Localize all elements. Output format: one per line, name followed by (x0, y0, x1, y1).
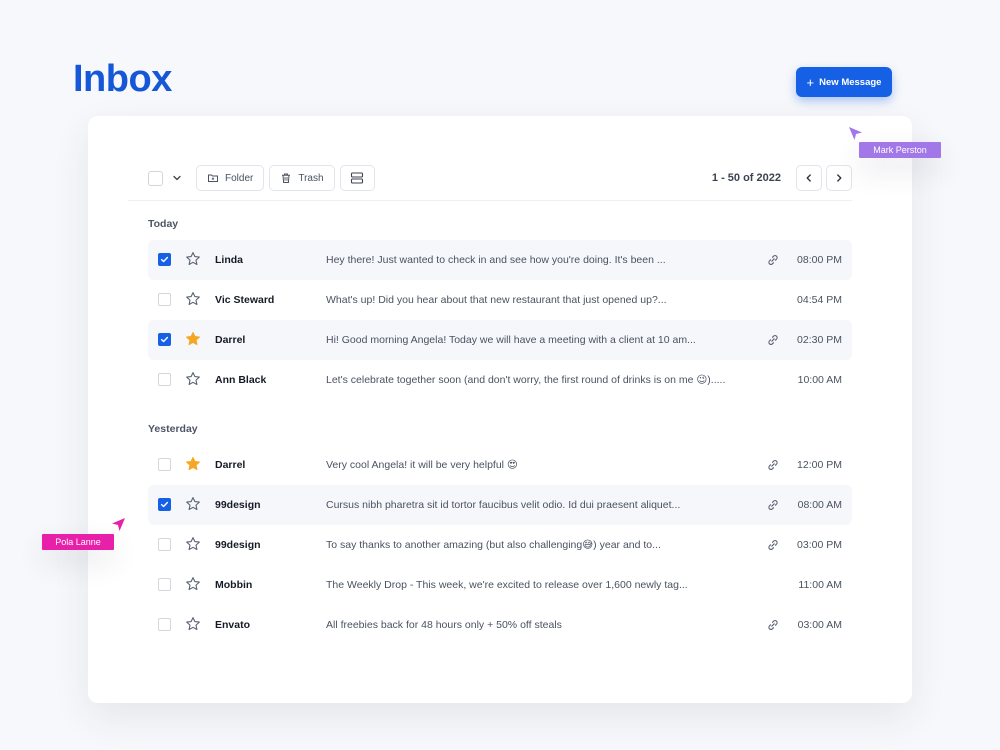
message-preview: To say thanks to another amazing (but al… (326, 539, 661, 551)
message-checkbox[interactable] (158, 578, 171, 591)
next-page-button[interactable] (826, 165, 852, 191)
layout-rows-icon (351, 172, 364, 184)
message-time: 04:54 PM (797, 294, 842, 306)
star-filled-icon[interactable] (185, 331, 201, 347)
message-time: 02:30 PM (797, 334, 842, 346)
message-time: 08:00 PM (797, 254, 842, 266)
star-icon[interactable] (185, 536, 201, 552)
message-row[interactable]: 99design Cursus nibh pharetra sit id tort… (148, 485, 852, 525)
chevron-left-icon (806, 174, 811, 182)
message-preview: Let's celebrate together soon (and don't… (326, 374, 726, 386)
message-row[interactable]: Vic Steward What's up! Did you hear about… (148, 280, 852, 320)
message-preview: What's up! Did you hear about that new r… (326, 294, 667, 306)
select-options-chevron-down-icon[interactable] (168, 169, 186, 187)
message-sender: Mobbin (215, 579, 253, 591)
link-icon (768, 620, 778, 630)
page-title: Inbox (73, 58, 172, 100)
message-preview: Cursus nibh pharetra sit id tortor fauci… (326, 499, 681, 511)
link-icon (768, 460, 778, 470)
chevron-right-icon (837, 174, 842, 182)
message-row[interactable]: Ann Black Let's celebrate together soon (… (148, 360, 852, 400)
message-sender: Envato (215, 619, 251, 631)
message-time: 03:00 PM (797, 539, 842, 551)
select-all-checkbox[interactable] (148, 170, 163, 186)
message-sender: Darrel (215, 459, 246, 471)
layout-toggle-button[interactable] (339, 165, 375, 191)
star-icon[interactable] (185, 371, 201, 387)
star-icon[interactable] (185, 291, 201, 307)
message-time: 03:00 AM (797, 619, 842, 631)
link-icon (768, 500, 778, 510)
message-checkbox[interactable] (158, 253, 171, 266)
star-icon[interactable] (185, 496, 201, 512)
message-row[interactable]: Darrel Hi! Good morning Angela! Today we … (148, 320, 852, 360)
message-preview: Hi! Good morning Angela! Today we will h… (326, 334, 696, 346)
star-filled-icon[interactable] (185, 456, 201, 472)
message-checkbox[interactable] (158, 458, 171, 471)
new-message-button[interactable]: + New Message (796, 67, 892, 97)
new-message-label: New Message (819, 76, 882, 88)
star-icon[interactable] (185, 576, 201, 592)
message-time: 12:00 PM (797, 459, 842, 471)
trash-icon (282, 173, 291, 183)
cursor-arrow-icon (112, 518, 125, 531)
message-checkbox[interactable] (158, 333, 171, 346)
collaborator-tag: Mark Perston (859, 142, 941, 158)
message-sender: Linda (215, 254, 243, 266)
message-checkbox[interactable] (158, 618, 171, 631)
collaborator-tag: Pola Lanne (42, 534, 114, 550)
message-row[interactable]: 99design To say thanks to another amazing… (148, 525, 852, 565)
plus-icon: + (806, 74, 815, 90)
message-checkbox[interactable] (158, 498, 171, 511)
inbox-card: Folder Trash 1 - 50 of 2022 Today Linda He… (88, 116, 912, 703)
link-icon (768, 255, 778, 265)
section-label: Yesterday (148, 423, 198, 435)
link-icon (768, 335, 778, 345)
message-preview: Hey there! Just wanted to check in and s… (326, 254, 666, 266)
message-time: 11:00 AM (798, 579, 842, 591)
message-sender: Darrel (215, 334, 246, 346)
message-checkbox[interactable] (158, 538, 171, 551)
message-time: 08:00 AM (797, 499, 842, 511)
message-sender: Vic Steward (215, 294, 275, 306)
message-row[interactable]: Envato All freebies back for 48 hours onl… (148, 605, 852, 645)
message-sender: 99design (215, 499, 261, 511)
cursor-arrow-icon (849, 127, 862, 140)
message-row[interactable]: Linda Hey there! Just wanted to check in … (148, 240, 852, 280)
toolbar: Folder Trash 1 - 50 of 2022 (148, 164, 852, 192)
folder-label: Folder (225, 172, 254, 184)
section-label: Today (148, 218, 179, 230)
folder-button[interactable]: Folder (196, 165, 265, 191)
message-sender: Ann Black (215, 374, 267, 386)
link-icon (768, 540, 778, 550)
trash-button[interactable]: Trash (269, 165, 335, 191)
star-icon[interactable] (185, 251, 201, 267)
previous-page-button[interactable] (796, 165, 822, 191)
message-checkbox[interactable] (158, 373, 171, 386)
message-preview: Very cool Angela! it will be very helpfu… (326, 459, 518, 471)
message-row[interactable]: Darrel Very cool Angela! it will be very … (148, 445, 852, 485)
message-preview: The Weekly Drop - This week, we're excit… (326, 579, 688, 591)
message-preview: All freebies back for 48 hours only + 50… (326, 619, 562, 631)
star-icon[interactable] (185, 616, 201, 632)
message-sender: 99design (215, 539, 261, 551)
message-checkbox[interactable] (158, 293, 171, 306)
message-time: 10:00 AM (797, 374, 842, 386)
pagination-text: 1 - 50 of 2022 (711, 172, 781, 184)
toolbar-divider (128, 200, 852, 201)
folder-icon (208, 174, 218, 182)
trash-label: Trash (298, 172, 324, 184)
message-row[interactable]: Mobbin The Weekly Drop - This week, we're… (148, 565, 852, 605)
